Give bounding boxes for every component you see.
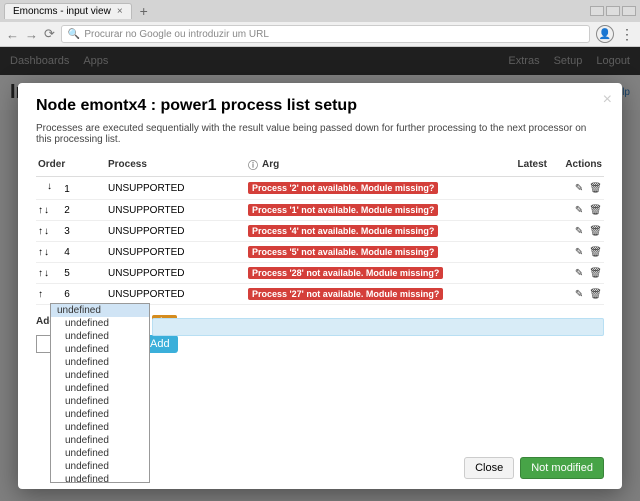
tab-title: Emoncms - input view: [13, 6, 111, 17]
process-name: UNSUPPORTED: [106, 242, 246, 263]
delete-icon[interactable]: 🗑: [589, 247, 602, 258]
process-name: UNSUPPORTED: [106, 177, 246, 200]
profile-icon[interactable]: 👤: [596, 25, 614, 43]
modal-title: Node emontx4 : power1 process list setup: [36, 97, 604, 115]
table-row: ↑ 6 UNSUPPORTEDProcess '27' not available.…: [36, 284, 604, 305]
dropdown-option[interactable]: undefined: [51, 343, 149, 356]
max-icon[interactable]: [606, 6, 620, 16]
edit-icon[interactable]: ✎: [575, 268, 583, 279]
move-up-icon[interactable]: ↑: [38, 268, 43, 279]
window-controls: [590, 6, 636, 16]
dropdown-option[interactable]: undefined: [51, 330, 149, 343]
info-band: [152, 318, 604, 336]
table-row: ↑↓ 4 UNSUPPORTEDProcess '5' not available.…: [36, 242, 604, 263]
search-icon: 🔍: [68, 29, 80, 40]
process-name: UNSUPPORTED: [106, 200, 246, 221]
move-down-icon[interactable]: ↓: [44, 205, 49, 216]
col-process: Process: [106, 153, 246, 177]
process-table: Order Process ⓘ Arg Latest Actions ↓ 1 UNS…: [36, 153, 604, 305]
url-input[interactable]: 🔍 Procurar no Google ou introduzir um UR…: [61, 25, 590, 43]
info-icon[interactable]: ⓘ: [248, 157, 258, 172]
error-badge: Process '27' not available. Module missi…: [248, 288, 443, 300]
dropdown-option[interactable]: undefined: [51, 317, 149, 330]
table-row: ↓ 1 UNSUPPORTEDProcess '2' not available. …: [36, 177, 604, 200]
col-order: Order: [36, 153, 106, 177]
order-num: 1: [60, 184, 74, 195]
close-window-icon[interactable]: [622, 6, 636, 16]
dropdown-option[interactable]: undefined: [51, 447, 149, 460]
error-badge: Process '28' not available. Module missi…: [248, 267, 443, 279]
browser-tab-emoncms[interactable]: Emoncms - input view ×: [4, 3, 132, 19]
dropdown-option[interactable]: undefined: [51, 434, 149, 447]
error-badge: Process '2' not available. Module missin…: [248, 182, 438, 194]
dropdown-option[interactable]: undefined: [51, 421, 149, 434]
forward-icon[interactable]: →: [25, 27, 38, 42]
process-name: UNSUPPORTED: [106, 263, 246, 284]
modal-description: Processes are executed sequentially with…: [36, 123, 604, 145]
error-badge: Process '4' not available. Module missin…: [248, 225, 438, 237]
close-button[interactable]: Close: [464, 457, 514, 479]
table-row: ↑↓ 3 UNSUPPORTEDProcess '4' not available.…: [36, 221, 604, 242]
url-placeholder: Procurar no Google ou introduzir um URL: [84, 29, 269, 40]
delete-icon[interactable]: 🗑: [589, 289, 602, 300]
move-down-icon[interactable]: ↓: [44, 247, 49, 258]
dropdown-option[interactable]: undefined: [51, 473, 149, 483]
delete-icon[interactable]: 🗑: [589, 226, 602, 237]
not-modified-button[interactable]: Not modified: [520, 457, 604, 479]
col-actions: Actions: [549, 153, 604, 177]
move-down-icon[interactable]: ↓: [44, 226, 49, 237]
modal-footer: Close Not modified: [464, 457, 604, 479]
process-name: UNSUPPORTED: [106, 221, 246, 242]
move-up-icon[interactable]: ↑: [38, 289, 43, 300]
move-up-icon[interactable]: ↑: [38, 205, 43, 216]
move-down-icon[interactable]: ↓: [47, 181, 52, 192]
tab-bar: Emoncms - input view × +: [0, 0, 640, 22]
edit-icon[interactable]: ✎: [575, 183, 583, 194]
process-select-dropdown[interactable]: undefinedundefinedundefinedundefinedunde…: [50, 303, 150, 483]
delete-icon[interactable]: 🗑: [589, 205, 602, 216]
address-bar: ← → ⟳ 🔍 Procurar no Google ou introduzir…: [0, 22, 640, 46]
dropdown-option[interactable]: undefined: [51, 395, 149, 408]
table-row: ↑↓ 5 UNSUPPORTEDProcess '28' not available…: [36, 263, 604, 284]
move-up-icon[interactable]: ↑: [38, 226, 43, 237]
delete-icon[interactable]: 🗑: [589, 268, 602, 279]
browser-chrome: Emoncms - input view × + ← → ⟳ 🔍 Procura…: [0, 0, 640, 47]
dropdown-option[interactable]: undefined: [51, 460, 149, 473]
dropdown-option[interactable]: undefined: [51, 382, 149, 395]
col-arg: ⓘ Arg: [246, 153, 499, 177]
delete-icon[interactable]: 🗑: [589, 183, 602, 194]
browser-menu-icon[interactable]: ⋮: [620, 26, 634, 43]
move-down-icon[interactable]: ↓: [44, 268, 49, 279]
new-tab-button[interactable]: +: [136, 3, 152, 19]
order-num: 4: [60, 247, 74, 258]
error-badge: Process '1' not available. Module missin…: [248, 204, 438, 216]
order-num: 2: [60, 205, 74, 216]
order-num: 6: [60, 289, 74, 300]
min-icon[interactable]: [590, 6, 604, 16]
close-tab-icon[interactable]: ×: [117, 6, 123, 17]
close-icon[interactable]: ×: [603, 91, 612, 109]
order-num: 3: [60, 226, 74, 237]
app-window: Dashboards Apps Extras Setup Logout Inpu…: [0, 47, 640, 501]
move-up-icon[interactable]: ↑: [38, 247, 43, 258]
process-list-modal: × Node emontx4 : power1 process list set…: [18, 83, 622, 489]
reload-icon[interactable]: ⟳: [44, 26, 55, 42]
table-row: ↑↓ 2 UNSUPPORTEDProcess '1' not available.…: [36, 200, 604, 221]
back-icon[interactable]: ←: [6, 27, 19, 42]
order-num: 5: [60, 268, 74, 279]
dropdown-option[interactable]: undefined: [51, 304, 149, 317]
edit-icon[interactable]: ✎: [575, 226, 583, 237]
edit-icon[interactable]: ✎: [575, 205, 583, 216]
edit-icon[interactable]: ✎: [575, 289, 583, 300]
dropdown-option[interactable]: undefined: [51, 356, 149, 369]
edit-icon[interactable]: ✎: [575, 247, 583, 258]
dropdown-option[interactable]: undefined: [51, 369, 149, 382]
dropdown-option[interactable]: undefined: [51, 408, 149, 421]
col-latest: Latest: [499, 153, 549, 177]
process-name: UNSUPPORTED: [106, 284, 246, 305]
error-badge: Process '5' not available. Module missin…: [248, 246, 438, 258]
